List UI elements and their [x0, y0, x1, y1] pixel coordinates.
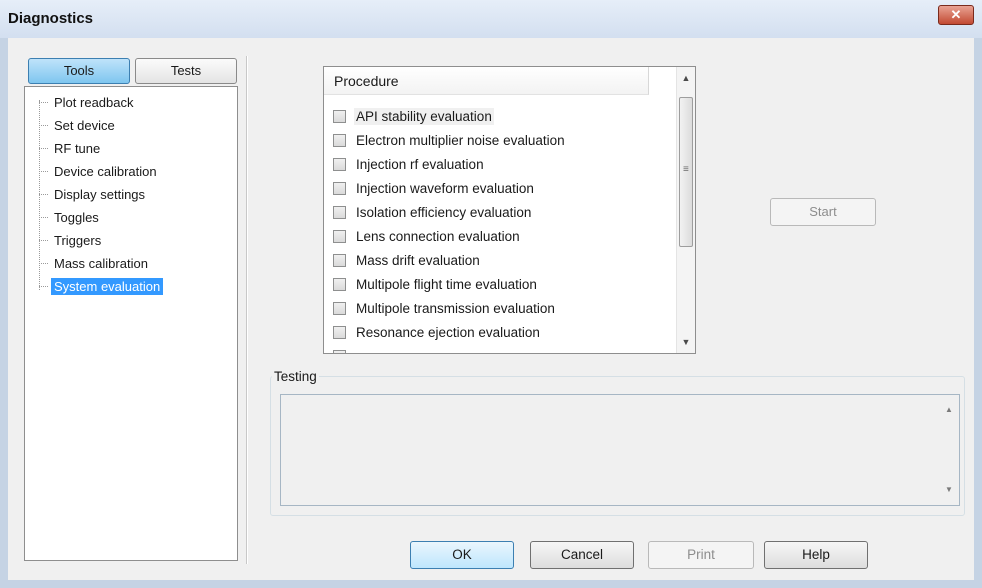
procedure-item[interactable]: Mass drift evaluation [333, 249, 482, 271]
procedure-item-label: Resonance ejection evaluation [356, 324, 540, 340]
procedure-checkbox[interactable] [333, 349, 346, 353]
tree-item-label: System evaluation [51, 277, 164, 295]
procedure-scrollbar[interactable]: ▲ ≡ ▼ [676, 67, 695, 353]
procedure-item[interactable]: Lens connection evaluation [333, 225, 522, 247]
procedure-list[interactable]: Procedure API stability evaluation Elect… [323, 66, 696, 354]
procedure-item-label: Injection rf evaluation [356, 156, 484, 172]
tree-item-set-device[interactable]: Set device [39, 115, 118, 135]
procedure-item-label: Isolation efficiency evaluation [356, 204, 532, 220]
procedure-item[interactable]: API stability evaluation [333, 105, 494, 127]
tab-tools[interactable]: Tools [28, 58, 130, 84]
procedure-item-partial[interactable] [333, 345, 354, 353]
procedure-checkbox[interactable] [333, 229, 346, 243]
tree-item-label: Mass calibration [54, 255, 148, 271]
testing-scrollbar[interactable]: ▲ ▼ [941, 397, 957, 503]
tree-item-label: Toggles [54, 209, 99, 225]
scroll-down-icon[interactable]: ▼ [677, 333, 695, 351]
procedure-item-label: Lens connection evaluation [356, 228, 520, 244]
window-title: Diagnostics [8, 10, 94, 27]
procedure-item[interactable]: Multipole transmission evaluation [333, 297, 557, 319]
tree-item-mass-calibration[interactable]: Mass calibration [39, 253, 151, 273]
tree-item-display-settings[interactable]: Display settings [39, 184, 148, 204]
procedure-item-label: Mass drift evaluation [356, 252, 480, 268]
procedure-checkbox[interactable] [333, 253, 346, 267]
procedure-item-label: Injection waveform evaluation [356, 180, 534, 196]
procedure-item-label: Multipole flight time evaluation [356, 276, 537, 292]
tree-dash [39, 216, 48, 218]
grip-icon: ≡ [683, 164, 689, 175]
scroll-up-icon[interactable]: ▲ [941, 401, 957, 419]
procedure-checkbox[interactable] [333, 109, 346, 123]
tree-item-label: Triggers [54, 232, 102, 248]
tree-item-device-calibration[interactable]: Device calibration [39, 161, 160, 181]
help-button[interactable]: Help [764, 541, 868, 569]
tree-item-rf-tune[interactable]: RF tune [39, 138, 103, 158]
start-button[interactable]: Start [770, 198, 876, 226]
procedure-item-label: Multipole transmission evaluation [356, 300, 555, 316]
close-button[interactable]: ✕ [938, 5, 974, 25]
scroll-thumb[interactable]: ≡ [679, 97, 693, 247]
procedure-item-label: API stability evaluation [354, 107, 494, 125]
tree-item-system-evaluation[interactable]: System evaluation [39, 276, 164, 296]
dialog-body: Tools Tests Plot readback Set device RF … [8, 38, 974, 580]
print-button[interactable]: Print [648, 541, 754, 569]
procedure-item[interactable]: Electron multiplier noise evaluation [333, 129, 567, 151]
tree-dash [39, 239, 48, 241]
title-bar[interactable]: Diagnostics ✕ [0, 0, 982, 38]
procedure-checkbox[interactable] [333, 157, 346, 171]
tree-dash [39, 147, 48, 149]
procedure-item[interactable]: Injection waveform evaluation [333, 177, 536, 199]
procedure-column-header[interactable]: Procedure [324, 67, 649, 95]
tree-item-label: Display settings [54, 186, 146, 202]
testing-label: Testing [272, 369, 319, 384]
procedure-item-label: Electron multiplier noise evaluation [356, 132, 565, 148]
tree-item-label: Device calibration [54, 163, 157, 179]
procedure-item[interactable]: Injection rf evaluation [333, 153, 486, 175]
tree-item-label: Set device [54, 117, 115, 133]
procedure-item[interactable]: Isolation efficiency evaluation [333, 201, 533, 223]
procedure-item[interactable]: Resonance ejection evaluation [333, 321, 542, 343]
testing-output[interactable]: ▲ ▼ [280, 394, 960, 506]
tree-dash [39, 193, 48, 195]
tree-item-triggers[interactable]: Triggers [39, 230, 104, 250]
tree-dash [39, 124, 48, 126]
tab-tests[interactable]: Tests [135, 58, 237, 84]
procedure-checkbox[interactable] [333, 133, 346, 147]
tree-item-label: Plot readback [54, 94, 134, 110]
procedure-checkbox[interactable] [333, 181, 346, 195]
tree-dash [39, 170, 48, 172]
panel-divider [246, 56, 248, 564]
tree-dash [39, 101, 48, 103]
tree-item-toggles[interactable]: Toggles [39, 207, 102, 227]
tree-dash [39, 262, 48, 264]
procedure-item[interactable]: Multipole flight time evaluation [333, 273, 539, 295]
tree-item-plot-readback[interactable]: Plot readback [39, 92, 137, 112]
tools-tree[interactable]: Plot readback Set device RF tune Device … [24, 86, 238, 561]
procedure-checkbox[interactable] [333, 301, 346, 315]
procedure-checkbox[interactable] [333, 205, 346, 219]
tree-item-label: RF tune [54, 140, 101, 156]
tree-dash [39, 285, 48, 287]
scroll-up-icon[interactable]: ▲ [677, 69, 695, 87]
scroll-down-icon[interactable]: ▼ [941, 481, 957, 499]
ok-button[interactable]: OK [410, 541, 514, 569]
cancel-button[interactable]: Cancel [530, 541, 634, 569]
close-icon: ✕ [950, 7, 962, 22]
procedure-checkbox[interactable] [333, 325, 346, 339]
procedure-checkbox[interactable] [333, 277, 346, 291]
